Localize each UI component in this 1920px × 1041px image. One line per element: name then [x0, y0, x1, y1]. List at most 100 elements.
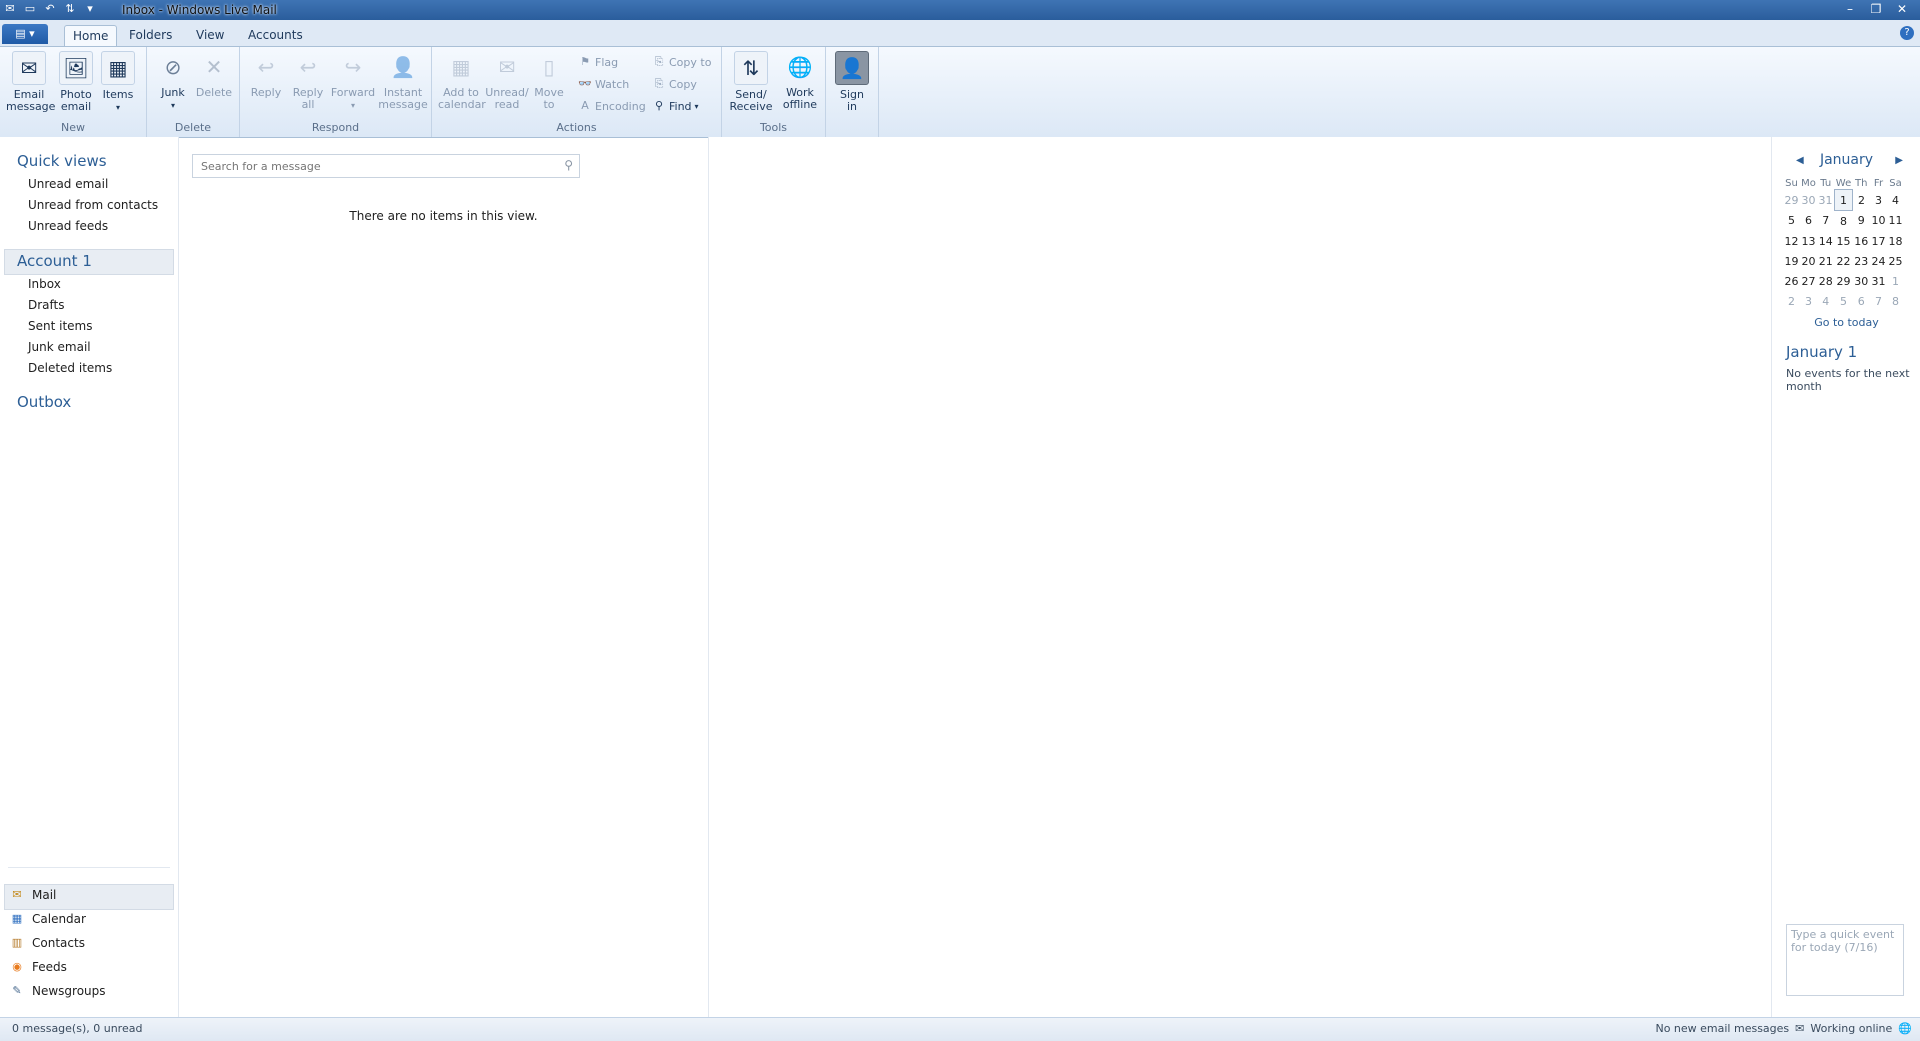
photo-email-button[interactable]: 🖼 Photo email	[54, 51, 98, 113]
calendar-day[interactable]: 6	[1853, 291, 1871, 311]
calendar-day[interactable]: 11	[1887, 211, 1904, 232]
calendar-day[interactable]: 1	[1834, 189, 1853, 211]
tab-folders[interactable]: Folders	[121, 25, 180, 46]
new-icon[interactable]: ▭	[22, 2, 38, 16]
encoding-button[interactable]: A Encoding	[578, 97, 645, 115]
calendar-day[interactable]: 16	[1853, 231, 1871, 251]
flag-button[interactable]: ⚑ Flag	[578, 53, 618, 71]
instant-message-button[interactable]: 👤 Instant message	[378, 51, 428, 111]
search-box[interactable]: ⚲	[192, 154, 580, 178]
calendar-day[interactable]: 28	[1817, 271, 1835, 291]
calendar-day[interactable]: 29	[1783, 190, 1800, 211]
quick-views-heading[interactable]: Quick views	[17, 152, 107, 170]
calendar-day[interactable]: 17	[1870, 231, 1887, 251]
calendar-day[interactable]: 31	[1870, 271, 1887, 291]
folder-drafts[interactable]: Drafts	[28, 298, 65, 312]
calendar-day[interactable]: 7	[1870, 291, 1887, 311]
reply-button[interactable]: ↩ Reply	[246, 51, 286, 99]
close-icon[interactable]: ✕	[1890, 1, 1914, 17]
tab-view[interactable]: View	[188, 25, 232, 46]
unread-read-button[interactable]: ✉ Unread/ read	[484, 51, 530, 111]
mode-newsgroups[interactable]: ✎ Newsgroups	[10, 984, 105, 998]
app-menu-button[interactable]: ▤ ▾	[2, 24, 48, 44]
quick-view-unread-feeds[interactable]: Unread feeds	[28, 219, 108, 233]
calendar-day[interactable]: 1	[1887, 271, 1904, 291]
sign-in-button[interactable]: 👤 Sign in	[832, 51, 872, 113]
calendar-day[interactable]: 27	[1800, 271, 1817, 291]
account-heading[interactable]: Account 1	[17, 252, 92, 270]
go-to-today-link[interactable]: Go to today	[1772, 316, 1920, 329]
calendar-day[interactable]: 13	[1800, 231, 1817, 251]
reply-all-button[interactable]: ↩ Reply all	[288, 51, 328, 111]
calendar-day[interactable]: 19	[1783, 251, 1800, 271]
send-receive-button[interactable]: ⇅ Send/ Receive	[726, 51, 776, 113]
search-icon[interactable]: ⚲	[564, 158, 573, 172]
work-offline-button[interactable]: 🌐 Work offline	[778, 51, 822, 111]
add-to-calendar-button[interactable]: ▦ Add to calendar	[438, 51, 486, 111]
folder-inbox[interactable]: Inbox	[28, 277, 61, 291]
reply-icon[interactable]: ↶	[42, 2, 58, 16]
help-icon[interactable]: ?	[1900, 26, 1914, 40]
tab-home[interactable]: Home	[64, 25, 118, 47]
customize-qat-icon[interactable]: ▾	[82, 2, 98, 16]
folder-sent-items[interactable]: Sent items	[28, 319, 93, 333]
minimize-icon[interactable]: –	[1838, 1, 1862, 17]
calendar-day[interactable]: 7	[1817, 211, 1835, 232]
next-month-icon[interactable]: ▶	[1895, 155, 1903, 166]
calendar-day[interactable]: 22	[1835, 251, 1853, 271]
email-message-button[interactable]: ✉ Email message	[6, 51, 55, 113]
find-button[interactable]: ⚲ Find ▾	[652, 97, 699, 115]
calendar-day[interactable]: 9	[1853, 211, 1871, 232]
tab-accounts[interactable]: Accounts	[240, 25, 311, 46]
calendar-day[interactable]: 21	[1817, 251, 1835, 271]
send-receive-icon[interactable]: ⇅	[62, 2, 78, 16]
calendar-day[interactable]: 10	[1870, 211, 1887, 232]
items-button[interactable]: ▦ Items ▾	[98, 51, 138, 114]
outbox-heading[interactable]: Outbox	[17, 393, 71, 411]
calendar-day[interactable]: 18	[1887, 231, 1904, 251]
calendar-day[interactable]: 14	[1817, 231, 1835, 251]
quick-event-input[interactable]: Type a quick event for today (7/16)	[1786, 924, 1904, 996]
calendar-day[interactable]: 25	[1887, 251, 1904, 271]
mode-mail[interactable]: ✉ Mail	[10, 888, 56, 902]
calendar-day[interactable]: 2	[1853, 190, 1871, 211]
forward-button[interactable]: ↪ Forward ▾	[330, 51, 376, 112]
folder-deleted-items[interactable]: Deleted items	[28, 361, 112, 375]
search-input[interactable]	[199, 155, 543, 177]
calendar-day[interactable]: 6	[1800, 211, 1817, 232]
calendar-day[interactable]: 26	[1783, 271, 1800, 291]
folder-junk-email[interactable]: Junk email	[28, 340, 91, 354]
restore-icon[interactable]: ❐	[1864, 1, 1888, 17]
watch-button[interactable]: 👓 Watch	[578, 75, 629, 93]
move-to-button[interactable]: ▯ Move to	[532, 51, 566, 111]
copy-button[interactable]: ⎘ Copy	[652, 75, 697, 93]
app-icon[interactable]: ✉	[2, 2, 18, 16]
calendar-day[interactable]: 8	[1887, 291, 1904, 311]
calendar-day[interactable]: 30	[1853, 271, 1871, 291]
quick-view-unread-email[interactable]: Unread email	[28, 177, 108, 191]
calendar-day[interactable]: 5	[1835, 291, 1853, 311]
junk-button[interactable]: ⊘ Junk ▾	[153, 51, 193, 112]
calendar-day[interactable]: 3	[1800, 291, 1817, 311]
copy-to-button[interactable]: ⎘ Copy to	[652, 53, 712, 71]
calendar-day[interactable]: 29	[1835, 271, 1853, 291]
calendar-day[interactable]: 2	[1783, 291, 1800, 311]
calendar-day[interactable]: 5	[1783, 211, 1800, 232]
calendar-day[interactable]: 8	[1835, 211, 1853, 232]
quick-view-unread-from-contacts[interactable]: Unread from contacts	[28, 198, 158, 212]
calendar-day[interactable]: 30	[1800, 190, 1817, 211]
calendar-day[interactable]: 15	[1835, 231, 1853, 251]
calendar-day[interactable]: 4	[1817, 291, 1835, 311]
delete-button[interactable]: ✕ Delete	[193, 51, 235, 99]
calendar-day[interactable]: 23	[1853, 251, 1871, 271]
calendar-day[interactable]: 12	[1783, 231, 1800, 251]
calendar-day[interactable]: 3	[1870, 190, 1887, 211]
calendar-day[interactable]: 20	[1800, 251, 1817, 271]
mode-calendar[interactable]: ▦ Calendar	[10, 912, 86, 926]
calendar-day[interactable]: 24	[1870, 251, 1887, 271]
calendar-day[interactable]: 31	[1817, 190, 1835, 211]
mode-feeds[interactable]: ◉ Feeds	[10, 960, 67, 974]
calendar-day[interactable]: 4	[1887, 190, 1904, 211]
folder-pane: Quick views Unread email Unread from con…	[0, 137, 179, 1017]
mode-contacts[interactable]: ▥ Contacts	[10, 936, 85, 950]
